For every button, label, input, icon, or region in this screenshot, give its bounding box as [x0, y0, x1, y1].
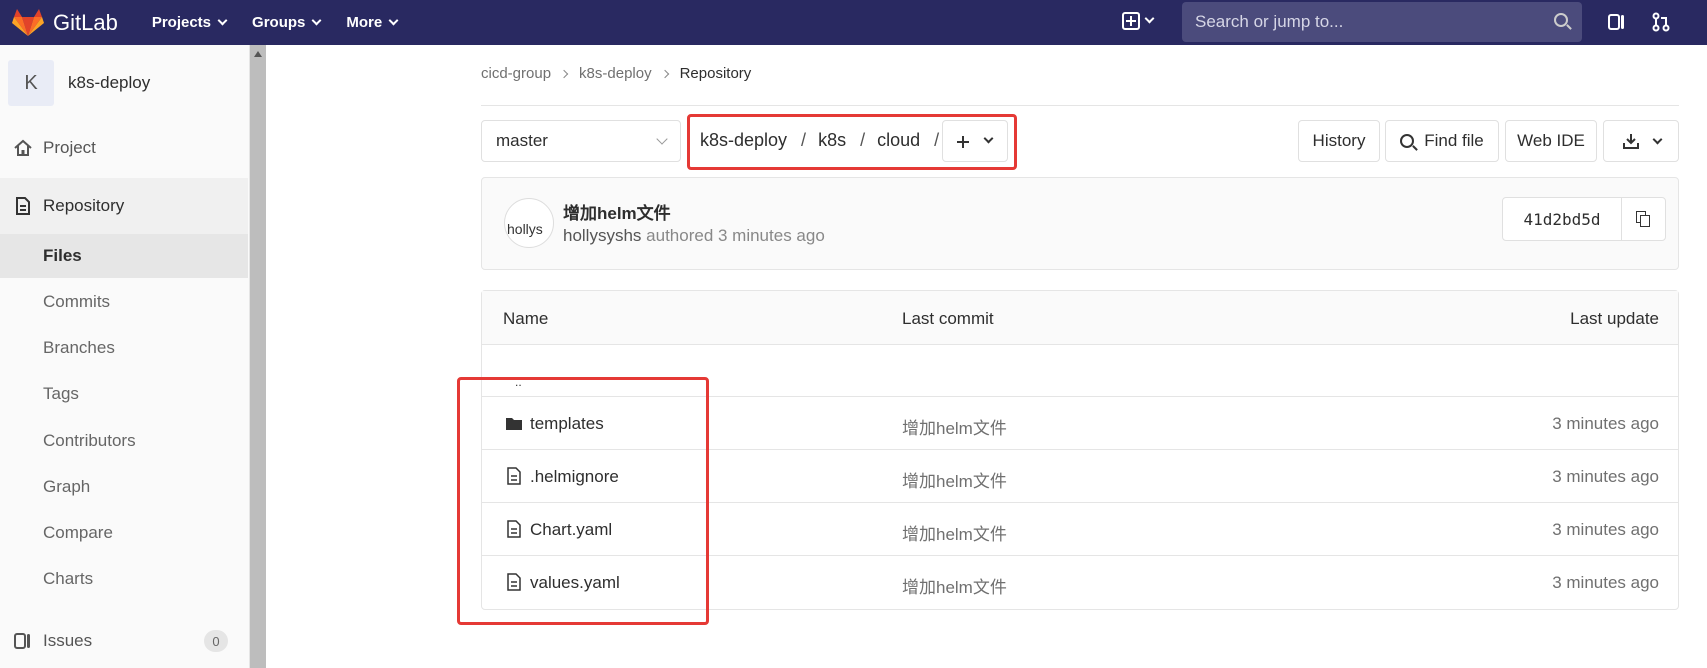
file-last-commit[interactable]: 增加helm文件 [902, 467, 1007, 492]
issues-count-badge: 0 [204, 630, 228, 652]
project-avatar: K [8, 60, 54, 106]
repo-path: k8s-deploy / k8s / cloud / [700, 130, 951, 151]
breadcrumb-project[interactable]: k8s-deploy [579, 65, 652, 82]
sidebar-item-label: Issues [43, 631, 93, 650]
gitlab-fox-icon [12, 8, 44, 36]
search-icon [1400, 134, 1415, 148]
search-input[interactable] [1193, 11, 1533, 33]
plus-icon [962, 136, 964, 148]
path-segment-cloud[interactable]: cloud [877, 130, 920, 151]
branch-selector[interactable]: master [481, 120, 681, 162]
nav-projects[interactable]: Projects [151, 14, 228, 31]
top-navbar: GitLab Projects Groups More [0, 0, 1707, 45]
nav-more-label: More [346, 14, 383, 31]
sidebar-scrollbar[interactable] [250, 45, 266, 668]
issues-icon[interactable] [1608, 12, 1626, 32]
sidebar-project-header[interactable]: K k8s-deploy [8, 60, 150, 106]
path-segment-root[interactable]: k8s-deploy [700, 130, 787, 151]
commit-sha[interactable]: 41d2bd5d [1502, 197, 1622, 241]
add-to-tree-button[interactable] [942, 120, 1008, 162]
chevron-down-icon [388, 15, 399, 26]
project-name: k8s-deploy [68, 73, 151, 92]
home-icon [12, 138, 34, 158]
brand-name: GitLab [53, 9, 118, 35]
highlight-box-files [457, 377, 709, 625]
commit-author[interactable]: hollysyshs [563, 226, 641, 245]
sidebar-item-label: Project [43, 138, 96, 157]
sidebar-subitem-tags[interactable]: Tags [0, 372, 248, 416]
chevron-down-icon [217, 15, 228, 26]
sidebar-item-issues[interactable]: Issues 0 [0, 619, 248, 663]
merge-request-icon[interactable] [1652, 12, 1670, 32]
document-icon [12, 196, 34, 216]
file-last-update: 3 minutes ago [1552, 467, 1659, 486]
sidebar-subitem-charts[interactable]: Charts [0, 557, 248, 601]
commit-author-avatar[interactable]: hollys [504, 198, 554, 248]
column-header-name: Name [503, 309, 549, 328]
nav-more[interactable]: More [346, 14, 399, 31]
file-last-update: 3 minutes ago [1552, 520, 1659, 539]
copy-sha-button[interactable] [1621, 197, 1666, 241]
nav-projects-label: Projects [151, 14, 212, 31]
global-search [1182, 2, 1582, 42]
column-header-last-commit: Last commit [902, 309, 994, 328]
download-icon [1622, 134, 1639, 149]
breadcrumb: cicd-group k8s-deploy Repository [481, 65, 751, 82]
sidebar-item-label: Repository [43, 196, 125, 215]
commit-meta: hollysyshs authored 3 minutes ago [563, 226, 825, 246]
nav-groups-label: Groups [252, 14, 306, 31]
avatar-alt-text: hollys [507, 221, 543, 237]
sidebar-item-repository[interactable]: Repository [0, 184, 248, 228]
chevron-right-icon [559, 69, 569, 78]
chevron-down-icon [983, 133, 994, 144]
project-sidebar: K k8s-deploy Project Repository Files Co… [0, 45, 250, 668]
commit-title[interactable]: 增加helm文件 [563, 199, 671, 224]
divider [481, 105, 1679, 106]
history-button[interactable]: History [1298, 120, 1380, 162]
table-header: Name Last commit Last update [482, 291, 1678, 345]
file-last-commit[interactable]: 增加helm文件 [902, 414, 1007, 439]
chevron-down-icon [656, 133, 668, 145]
file-last-update: 3 minutes ago [1552, 573, 1659, 592]
find-file-button[interactable]: Find file [1385, 120, 1499, 162]
sidebar-subitem-contributors[interactable]: Contributors [0, 419, 248, 463]
web-ide-button[interactable]: Web IDE [1505, 120, 1597, 162]
breadcrumb-current[interactable]: Repository [680, 65, 752, 82]
path-segment-k8s[interactable]: k8s [818, 130, 846, 151]
chevron-down-icon [311, 15, 322, 26]
branch-name: master [496, 131, 548, 150]
path-separator: / [860, 130, 866, 150]
copy-icon [1640, 215, 1650, 227]
commit-time: authored 3 minutes ago [646, 226, 825, 245]
file-last-commit[interactable]: 增加helm文件 [902, 573, 1007, 598]
sidebar-item-project[interactable]: Project [0, 126, 248, 170]
chevron-right-icon [660, 69, 669, 78]
nav-groups[interactable]: Groups [252, 14, 322, 31]
path-separator: / [801, 130, 807, 150]
file-last-update: 3 minutes ago [1552, 414, 1659, 433]
sidebar-subitem-graph[interactable]: Graph [0, 465, 248, 509]
issues-icon [12, 631, 34, 651]
column-header-last-update: Last update [1570, 309, 1659, 328]
last-commit-panel: hollys 增加helm文件 hollysyshs authored 3 mi… [481, 177, 1679, 270]
scroll-up-arrow-icon[interactable] [254, 51, 262, 57]
new-item-plus-icon[interactable] [1122, 12, 1140, 30]
sidebar-subitem-files[interactable]: Files [0, 234, 248, 278]
breadcrumb-group[interactable]: cicd-group [481, 65, 551, 82]
find-file-label: Find file [1424, 131, 1484, 150]
chevron-down-icon [1652, 134, 1662, 144]
download-button[interactable] [1603, 120, 1679, 162]
search-icon[interactable] [1554, 13, 1568, 27]
sidebar-subitem-commits[interactable]: Commits [0, 280, 248, 324]
chevron-down-icon[interactable] [1144, 13, 1155, 24]
file-last-commit[interactable]: 增加helm文件 [902, 520, 1007, 545]
sidebar-subitem-compare[interactable]: Compare [0, 511, 248, 555]
path-separator: / [934, 130, 940, 150]
sidebar-subitem-branches[interactable]: Branches [0, 326, 248, 370]
gitlab-logo[interactable]: GitLab [12, 8, 118, 37]
